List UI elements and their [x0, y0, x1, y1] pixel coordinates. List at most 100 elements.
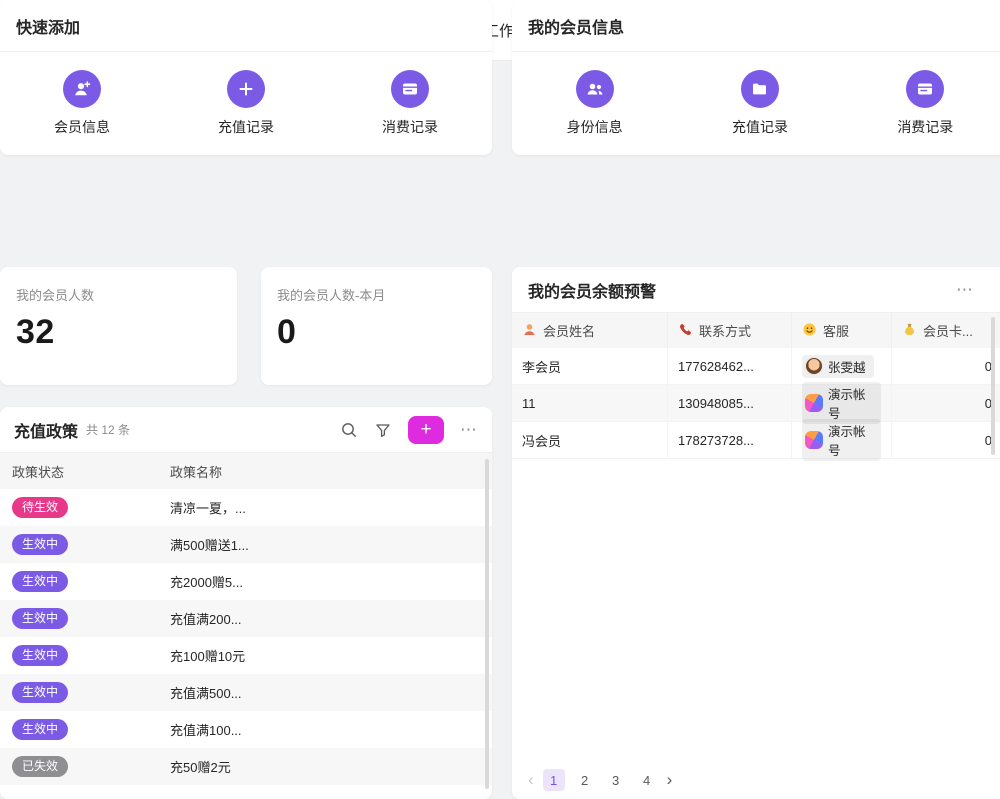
agent-cell: 张雯越	[792, 348, 892, 384]
phone-icon	[678, 322, 693, 340]
plus-icon	[227, 70, 265, 108]
member-phone: 177628462...	[668, 348, 792, 384]
shortcut-member-info[interactable]: 会员信息	[0, 70, 164, 137]
table-header: 政策状态 政策名称	[0, 453, 492, 489]
card-icon	[906, 70, 944, 108]
policy-name: 充2000赠5...	[158, 572, 492, 591]
member-name: 冯会员	[512, 422, 668, 458]
table-row[interactable]: 生效中 充100赠10元	[0, 637, 492, 674]
stat-label: 我的会员人数-本月	[261, 267, 492, 304]
page-button-1[interactable]: 1	[543, 769, 565, 791]
member-phone: 178273728...	[668, 422, 792, 458]
table-row[interactable]: 生效中 充2000赠5...	[0, 563, 492, 600]
agent-chip: 演示帐号	[802, 419, 881, 461]
card-header: 我的会员信息	[512, 0, 1000, 52]
shortcut-consume-record[interactable]: 消费记录	[328, 70, 492, 137]
brand-logo	[805, 431, 823, 449]
member-add-icon	[63, 70, 101, 108]
agent-chip: 张雯越	[802, 355, 874, 378]
shortcut-label: 消费记录	[897, 117, 953, 137]
card-header: 充值政策 共 12 条 + ⋯	[0, 407, 492, 453]
page-button-2[interactable]: 2	[574, 769, 596, 791]
table-row[interactable]: 生效中 充值满500...	[0, 674, 492, 711]
vertical-scrollbar[interactable]	[485, 459, 489, 789]
page-button-4[interactable]: 4	[636, 769, 658, 791]
table-row[interactable]: 待生效 清凉一夏，...	[0, 489, 492, 526]
previous-page-icon[interactable]: ‹	[528, 770, 534, 790]
member-phone: 130948085...	[668, 385, 792, 421]
policy-name: 清凉一夏，...	[158, 498, 492, 517]
shortcut-label: 充值记录	[218, 117, 274, 137]
policy-name: 充值满500...	[158, 683, 492, 702]
balance-warning-card: 我的会员余额预警 ⋯ 会员姓名 联系方式 客服 会员卡... 李会员 17762…	[512, 267, 1000, 799]
card-title: 我的会员余额预警	[528, 278, 656, 302]
search-icon[interactable]	[340, 421, 358, 439]
folder-icon	[741, 70, 779, 108]
shortcut-row: 会员信息 充值记录 消费记录	[0, 52, 492, 154]
policy-name: 充100赠10元	[158, 646, 492, 665]
more-icon[interactable]: ⋯	[956, 281, 974, 298]
shortcut-label: 身份信息	[567, 117, 623, 137]
more-icon[interactable]: ⋯	[460, 421, 478, 438]
group-icon	[576, 70, 614, 108]
card-title: 快速添加	[16, 14, 80, 38]
vertical-scrollbar[interactable]	[991, 317, 995, 455]
table-row[interactable]: 11 130948085... 演示帐号 0	[512, 385, 1000, 422]
status-badge: 待生效	[12, 497, 68, 517]
card-title: 我的会员信息	[528, 14, 624, 38]
status-badge: 生效中	[12, 534, 68, 554]
status-badge: 生效中	[12, 645, 68, 665]
record-count: 共 12 条	[86, 421, 130, 438]
column-header-agent: 客服	[792, 313, 892, 348]
table-row[interactable]: 生效中 充值满200...	[0, 600, 492, 637]
card-balance: 0	[892, 422, 1000, 458]
moneybag-icon	[902, 322, 917, 340]
add-record-button[interactable]: +	[408, 416, 444, 444]
agent-chip: 演示帐号	[802, 382, 881, 424]
column-header-name: 政策名称	[158, 462, 492, 481]
stat-label: 我的会员人数	[0, 267, 237, 304]
card-icon	[391, 70, 429, 108]
table-row[interactable]: 已失效 充50赠2元	[0, 748, 492, 785]
policy-name: 充值满100...	[158, 720, 492, 739]
next-page-icon[interactable]: ›	[667, 770, 673, 790]
status-badge: 已失效	[12, 756, 68, 776]
shortcut-label: 会员信息	[54, 117, 110, 137]
table-row[interactable]: 生效中 充值满100...	[0, 711, 492, 748]
agent-cell: 演示帐号	[792, 422, 892, 458]
stat-value: 32	[0, 304, 237, 352]
filter-icon[interactable]	[374, 421, 392, 439]
shortcut-consume-record[interactable]: 消费记录	[843, 70, 1000, 137]
shortcut-label: 充值记录	[732, 117, 788, 137]
stat-value: 0	[261, 304, 492, 352]
table-row[interactable]: 生效中 满500赠送1...	[0, 526, 492, 563]
status-badge: 生效中	[12, 608, 68, 628]
status-badge: 生效中	[12, 571, 68, 591]
agent-cell: 演示帐号	[792, 385, 892, 421]
shortcut-identity-info[interactable]: 身份信息	[512, 70, 677, 137]
stat-card-member-count: 我的会员人数 32	[0, 267, 237, 385]
policy-name: 满500赠送1...	[158, 535, 492, 554]
stat-card-member-count-month: 我的会员人数-本月 0	[261, 267, 492, 385]
column-header-member-name: 会员姓名	[512, 313, 668, 348]
table-row[interactable]: 李会员 177628462... 张雯越 0	[512, 348, 1000, 385]
shortcut-recharge-record[interactable]: 充值记录	[677, 70, 842, 137]
recharge-policy-card: 充值政策 共 12 条 + ⋯ 政策状态 政策名称 待生效 清凉一夏，... 生…	[0, 407, 492, 799]
policy-name: 充值满200...	[158, 609, 492, 628]
shortcut-label: 消费记录	[382, 117, 438, 137]
status-badge: 生效中	[12, 719, 68, 739]
table-header: 会员姓名 联系方式 客服 会员卡...	[512, 313, 1000, 348]
card-header: 我的会员余额预警 ⋯	[512, 267, 1000, 313]
status-badge: 生效中	[12, 682, 68, 702]
card-header: 快速添加	[0, 0, 492, 52]
shortcut-recharge-record[interactable]: 充值记录	[164, 70, 328, 137]
page-button-3[interactable]: 3	[605, 769, 627, 791]
pagination: ‹ 1 2 3 4 ›	[528, 769, 672, 791]
person-icon	[522, 322, 537, 340]
card-balance: 0	[892, 348, 1000, 384]
column-header-card-balance: 会员卡...	[892, 313, 1000, 348]
photo-avatar	[805, 357, 823, 375]
smiley-icon	[802, 322, 817, 340]
table-row[interactable]: 冯会员 178273728... 演示帐号 0	[512, 422, 1000, 459]
policy-name: 充50赠2元	[158, 757, 492, 776]
